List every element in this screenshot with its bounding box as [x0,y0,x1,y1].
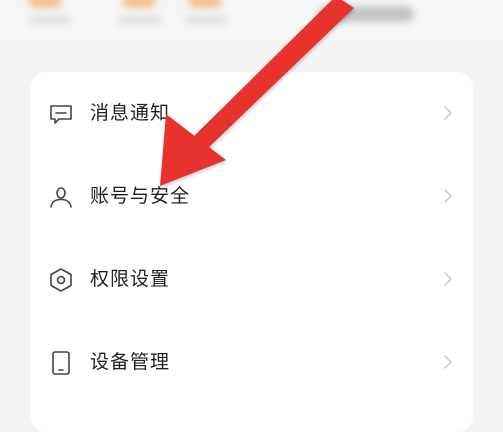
menu-item-label: 设备管理 [90,351,171,373]
menu-item-label: 账号与安全 [90,185,191,207]
cropped-top-area [0,0,503,40]
menu-item-label: 消息通知 [90,102,171,124]
menu-item-label: 权限设置 [90,268,171,290]
message-icon [48,101,74,127]
menu-item-permissions[interactable]: 权限设置 [30,238,473,320]
blurred-icon [122,0,156,8]
permission-hexagon-icon [48,267,74,293]
blurred-label [28,16,72,24]
blurred-label [184,16,228,24]
blurred-button [318,6,414,22]
blurred-icon [28,0,62,8]
chevron-right-icon [443,188,453,204]
menu-item-account-security[interactable]: 账号与安全 [30,155,473,237]
blurred-icon [188,0,222,8]
menu-item-device-management[interactable]: 设备管理 [30,321,473,403]
chevron-right-icon [443,354,453,370]
menu-item-notifications[interactable]: 消息通知 [30,72,473,154]
device-icon [48,350,74,376]
settings-card: 消息通知 账号与安全 权限设置 设备管理 [30,72,473,432]
user-icon [48,184,74,210]
chevron-right-icon [443,105,453,121]
blurred-label [118,16,162,24]
chevron-right-icon [443,271,453,287]
